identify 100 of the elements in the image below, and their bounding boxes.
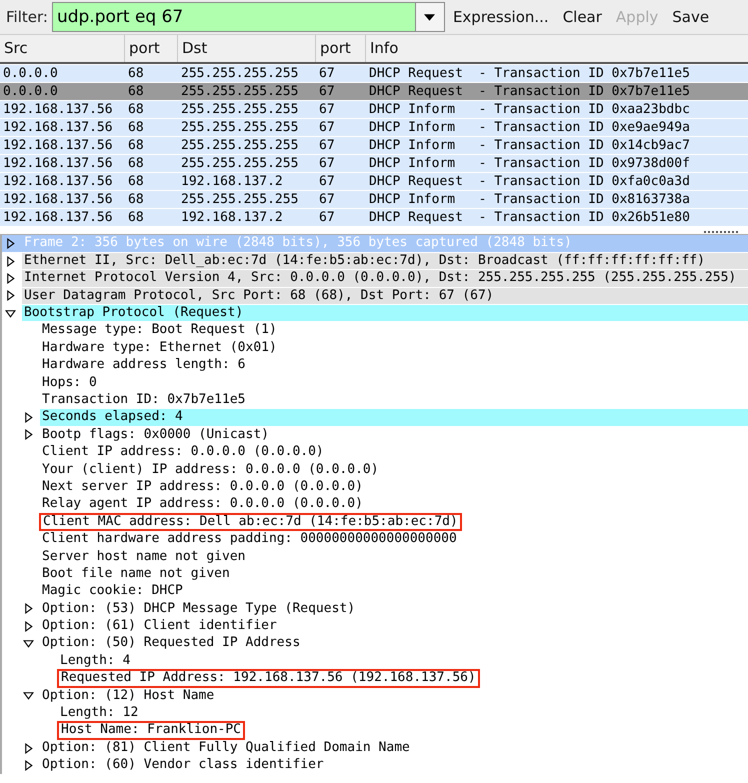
expand-triangle-icon[interactable]: [23, 412, 34, 424]
table-cell-text: 67: [318, 155, 336, 172]
table-cell-text: 192.168.137.56: [2, 101, 114, 118]
packet-row[interactable]: 0.0.0.0 68 255.255.255.255 67 DHCP Request - Transaction ID 0x7b7e11e5: [0, 64, 748, 82]
table-cell-text: 192.168.137.2: [180, 209, 284, 226]
table-cell-text: 192.168.137.56: [2, 191, 114, 208]
table-cell-text: 192.168.137.56: [2, 119, 114, 136]
table-cell-text: 67: [318, 101, 336, 118]
packet-row[interactable]: 192.168.137.56 68 255.255.255.255 67 DHCP Inform - Transaction ID 0x14cb9ac7: [0, 136, 748, 154]
column-header[interactable]: Dst: [178, 35, 316, 62]
packet-row[interactable]: 192.168.137.56 68 255.255.255.255 67 DHCP Inform - Transaction ID 0xe9ae949a: [0, 118, 748, 136]
table-cell-text: 67: [318, 209, 336, 226]
expand-triangle-icon[interactable]: [5, 238, 16, 250]
expand-triangle-icon[interactable]: [23, 429, 34, 440]
tree-item[interactable]: Host Name: Franklion-PC: [58, 722, 244, 739]
table-cell-text: DHCP Request - Transaction ID 0x7b7e11e5: [368, 65, 691, 82]
tree-item[interactable]: User Datagram Protocol, Src Port: 68 (68), Dst Port: 67 (67): [22, 288, 748, 304]
splitter-grip-icon[interactable]: [704, 230, 740, 234]
table-cell-text: 192.168.137.56: [2, 137, 114, 154]
table-cell-text: 255.255.255.255: [180, 155, 300, 172]
packet-row[interactable]: 192.168.137.56 68 255.255.255.255 67 DHCP Inform - Transaction ID 0x8163738a: [0, 190, 748, 208]
column-header[interactable]: port: [316, 35, 366, 62]
expand-triangle-icon[interactable]: [23, 760, 34, 771]
tree-item[interactable]: Option: (50) Requested IP Address: [40, 635, 302, 652]
tree-item[interactable]: Magic cookie: DHCP: [40, 583, 185, 600]
expand-triangle-icon[interactable]: [5, 256, 16, 267]
packet-row[interactable]: 192.168.137.56 68 192.168.137.2 67 DHCP Request - Transaction ID 0x26b51e80: [0, 208, 748, 226]
tree-item[interactable]: Your (client) IP address: 0.0.0.0 (0.0.0.0): [40, 462, 381, 478]
table-cell-text: 68: [127, 101, 145, 118]
collapse-triangle-icon[interactable]: [23, 690, 34, 702]
collapse-triangle-icon[interactable]: [23, 638, 34, 650]
table-cell-text: DHCP Request - Transaction ID 0xfa0c0a3d: [368, 173, 691, 190]
tree-item[interactable]: Hardware address length: 6: [40, 357, 248, 374]
tree-item[interactable]: Option: (61) Client identifier: [40, 618, 279, 634]
toolbar-button[interactable]: Expression...: [446, 3, 555, 31]
table-cell-text: 255.255.255.255: [180, 65, 300, 82]
tree-item[interactable]: Internet Protocol Version 4, Src: 0.0.0.0 (0.0.0.0), Dst: 255.255.255.255 (255.255.255.255): [22, 270, 748, 287]
table-cell-text: 67: [318, 191, 336, 208]
table-cell-text: 67: [318, 83, 336, 100]
packet-row[interactable]: 192.168.137.56 68 255.255.255.255 67 DHCP Inform - Transaction ID 0x9738d00f: [0, 154, 748, 172]
tree-item[interactable]: Server host name not given: [40, 548, 248, 565]
tree-item[interactable]: Hardware type: Ethernet (0x01): [40, 340, 279, 356]
toolbar-button[interactable]: Save: [666, 3, 716, 31]
table-cell-text: 68: [127, 137, 145, 154]
toolbar-button[interactable]: Clear: [556, 3, 608, 31]
table-cell-text: 67: [318, 65, 336, 82]
table-cell-text: 192.168.137.2: [180, 173, 284, 190]
tree-item[interactable]: Option: (53) DHCP Message Type (Request): [40, 600, 358, 618]
table-cell-text: 255.255.255.255: [180, 83, 300, 100]
tree-item[interactable]: Client MAC address: Dell ab:ec:7d (14:fe:b5:ab:ec:7d): [40, 514, 461, 530]
filter-label: Filter:: [5, 8, 49, 26]
table-cell-text: 0.0.0.0: [2, 65, 59, 82]
table-cell-text: 68: [127, 209, 145, 226]
table-cell-text: DHCP Inform - Transaction ID 0x9738d00f: [368, 155, 691, 172]
table-cell-text: 68: [127, 83, 145, 100]
tree-item[interactable]: Ethernet II, Src: Dell_ab:ec:7d (14:fe:b5:ab:ec:7d), Dst: Broadcast (ff:ff:ff:ff:ff:ff): [22, 252, 748, 270]
tree-item[interactable]: Length: 12: [58, 705, 140, 722]
tree-item[interactable]: Relay agent IP address: 0.0.0.0 (0.0.0.0): [40, 496, 365, 513]
packet-row[interactable]: 0.0.0.0 68 255.255.255.255 67 DHCP Request - Transaction ID 0x7b7e11e5: [0, 82, 748, 100]
table-cell-text: DHCP Inform - Transaction ID 0xaa23bdbc: [368, 101, 691, 118]
column-header[interactable]: port: [125, 35, 178, 62]
expand-triangle-icon[interactable]: [5, 290, 16, 302]
tree-item[interactable]: Option: (60) Vendor class identifier: [40, 757, 326, 774]
table-cell-text: 68: [127, 119, 145, 136]
table-cell-text: DHCP Inform - Transaction ID 0x14cb9ac7: [368, 137, 691, 154]
expand-triangle-icon[interactable]: [23, 603, 34, 614]
table-cell-text: DHCP Request - Transaction ID 0x7b7e11e5: [368, 83, 691, 100]
tree-item[interactable]: Bootstrap Protocol (Request): [22, 305, 748, 322]
tree-item[interactable]: Client IP address: 0.0.0.0 (0.0.0.0): [40, 444, 326, 461]
collapse-triangle-icon[interactable]: [5, 308, 16, 319]
tree-item[interactable]: Length: 4: [58, 652, 132, 670]
table-cell-text: 255.255.255.255: [180, 137, 300, 154]
packet-row[interactable]: 192.168.137.56 68 192.168.137.2 67 DHCP Request - Transaction ID 0xfa0c0a3d: [0, 172, 748, 190]
table-cell-text: 192.168.137.56: [2, 209, 114, 226]
table-cell-text: 67: [318, 173, 336, 190]
table-cell-text: 68: [127, 65, 145, 82]
table-cell-text: DHCP Inform - Transaction ID 0xe9ae949a: [368, 119, 691, 136]
table-cell-text: 68: [127, 191, 145, 208]
expand-triangle-icon[interactable]: [5, 272, 16, 284]
table-cell-text: 68: [127, 155, 145, 172]
tree-item[interactable]: Requested IP Address: 192.168.137.56 (192.168.137.56): [58, 670, 479, 687]
expand-triangle-icon[interactable]: [23, 742, 34, 754]
tree-item[interactable]: Bootp flags: 0x0000 (Unicast): [40, 426, 271, 444]
tree-item[interactable]: Boot file name not given: [40, 566, 232, 582]
tree-item[interactable]: Option: (81) Client Fully Qualified Domain Name: [40, 740, 412, 756]
tree-item[interactable]: Transaction ID: 0x7b7e11e5: [40, 392, 248, 408]
table-cell-text: 67: [318, 119, 336, 136]
table-cell-text: DHCP Inform - Transaction ID 0x8163738a: [368, 191, 691, 208]
table-cell-text: 255.255.255.255: [180, 101, 300, 118]
column-header[interactable]: Src: [0, 35, 125, 62]
column-header[interactable]: Info: [366, 35, 748, 62]
packet-row[interactable]: 192.168.137.56 68 255.255.255.255 67 DHCP Inform - Transaction ID 0xaa23bdbc: [0, 100, 748, 118]
tree-item[interactable]: Seconds elapsed: 4: [40, 409, 748, 426]
tree-item[interactable]: Option: (12) Host Name: [40, 688, 216, 704]
tree-item[interactable]: Next server IP address: 0.0.0.0 (0.0.0.0): [40, 478, 365, 496]
tree-item[interactable]: Hops: 0: [40, 374, 99, 392]
tree-item[interactable]: Message type: Boot Request (1): [40, 322, 279, 339]
tree-item[interactable]: Client hardware address padding: 00000000000000000000: [40, 531, 459, 548]
expand-triangle-icon[interactable]: [23, 620, 34, 632]
table-cell-text: 192.168.137.56: [2, 173, 114, 190]
